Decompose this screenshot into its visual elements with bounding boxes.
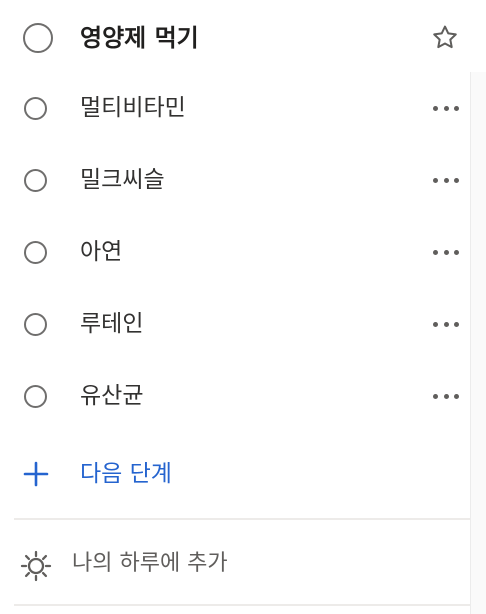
more-dot bbox=[433, 321, 438, 327]
star-icon[interactable] bbox=[430, 23, 460, 53]
more-dot bbox=[443, 321, 449, 327]
more-dot bbox=[433, 105, 438, 111]
step-complete-circle-icon[interactable] bbox=[24, 96, 47, 120]
sun-icon bbox=[20, 550, 52, 582]
step-row[interactable]: 밀크씨슬 bbox=[0, 144, 470, 216]
more-icon[interactable] bbox=[433, 320, 459, 328]
step-complete-circle-icon[interactable] bbox=[24, 240, 47, 264]
more-dot bbox=[454, 177, 459, 183]
more-dot bbox=[433, 177, 438, 183]
more-dot bbox=[443, 393, 449, 399]
task-complete-circle-icon[interactable] bbox=[23, 23, 53, 53]
more-icon[interactable] bbox=[433, 248, 459, 256]
more-dot bbox=[454, 321, 459, 327]
step-label[interactable]: 밀크씨슬 bbox=[80, 165, 165, 195]
step-row[interactable]: 아연 bbox=[0, 216, 470, 288]
step-row[interactable]: 루테인 bbox=[0, 288, 470, 360]
add-to-my-day-label: 나의 하루에 추가 bbox=[72, 551, 228, 576]
step-complete-circle-icon[interactable] bbox=[24, 312, 47, 336]
bottom-divider bbox=[14, 604, 470, 606]
add-step-label: 다음 단계 bbox=[80, 461, 172, 487]
more-dot bbox=[433, 393, 438, 399]
plus-icon bbox=[23, 461, 49, 487]
step-complete-circle-icon[interactable] bbox=[24, 168, 47, 192]
more-dot bbox=[443, 105, 449, 111]
more-dot bbox=[443, 177, 449, 183]
add-to-my-day-button[interactable]: 나의 하루에 추가 bbox=[0, 525, 470, 603]
task-title[interactable]: 영양제 먹기 bbox=[80, 23, 199, 53]
more-icon[interactable] bbox=[433, 104, 459, 112]
more-icon[interactable] bbox=[433, 176, 459, 184]
section-divider bbox=[14, 518, 470, 520]
step-row[interactable]: 유산균 bbox=[0, 360, 470, 432]
step-complete-circle-icon[interactable] bbox=[24, 384, 47, 408]
task-detail-panel: 영양제 먹기 멀티비타민밀크씨슬아연루테인유산균 다음 단계 나의 하루에 추가 bbox=[0, 0, 486, 614]
add-step-button[interactable]: 다음 단계 bbox=[0, 438, 470, 510]
more-dot bbox=[454, 105, 459, 111]
more-dot bbox=[433, 249, 438, 255]
step-row[interactable]: 멀티비타민 bbox=[0, 72, 470, 144]
step-label[interactable]: 멀티비타민 bbox=[80, 93, 186, 123]
more-icon[interactable] bbox=[433, 392, 459, 400]
step-label[interactable]: 아연 bbox=[80, 237, 122, 267]
more-dot bbox=[454, 393, 459, 399]
scroll-track[interactable] bbox=[470, 72, 486, 614]
more-dot bbox=[443, 249, 449, 255]
step-label[interactable]: 루테인 bbox=[80, 309, 143, 339]
step-label[interactable]: 유산균 bbox=[80, 381, 143, 411]
more-dot bbox=[454, 249, 459, 255]
task-title-row: 영양제 먹기 bbox=[0, 2, 470, 74]
